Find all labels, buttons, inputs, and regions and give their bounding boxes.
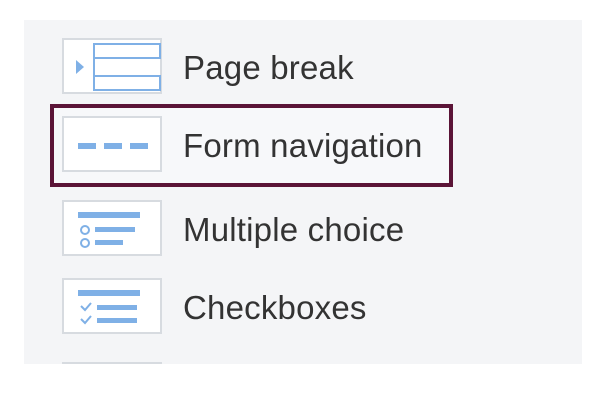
menu-item-label: Checkboxes [183,289,367,326]
page-break-icon [62,38,162,94]
multiple-choice-icon [62,200,162,256]
menu-item-label: Page break [183,49,354,86]
menu-item-label: Multiple choice [183,211,405,248]
menu-item-checkboxes[interactable]: Checkboxes [62,278,462,338]
menu-item-page-break[interactable]: Page break [62,38,462,98]
checkboxes-icon [62,278,162,334]
form-navigation-icon [62,116,162,172]
menu-item-label: Form navigation [183,127,423,164]
question-type-panel: Page break Form navigation Multiple choi… [24,20,582,364]
menu-item-partial[interactable] [62,362,162,364]
menu-item-form-navigation[interactable]: Form navigation [62,116,462,176]
menu-item-multiple-choice[interactable]: Multiple choice [62,200,462,260]
